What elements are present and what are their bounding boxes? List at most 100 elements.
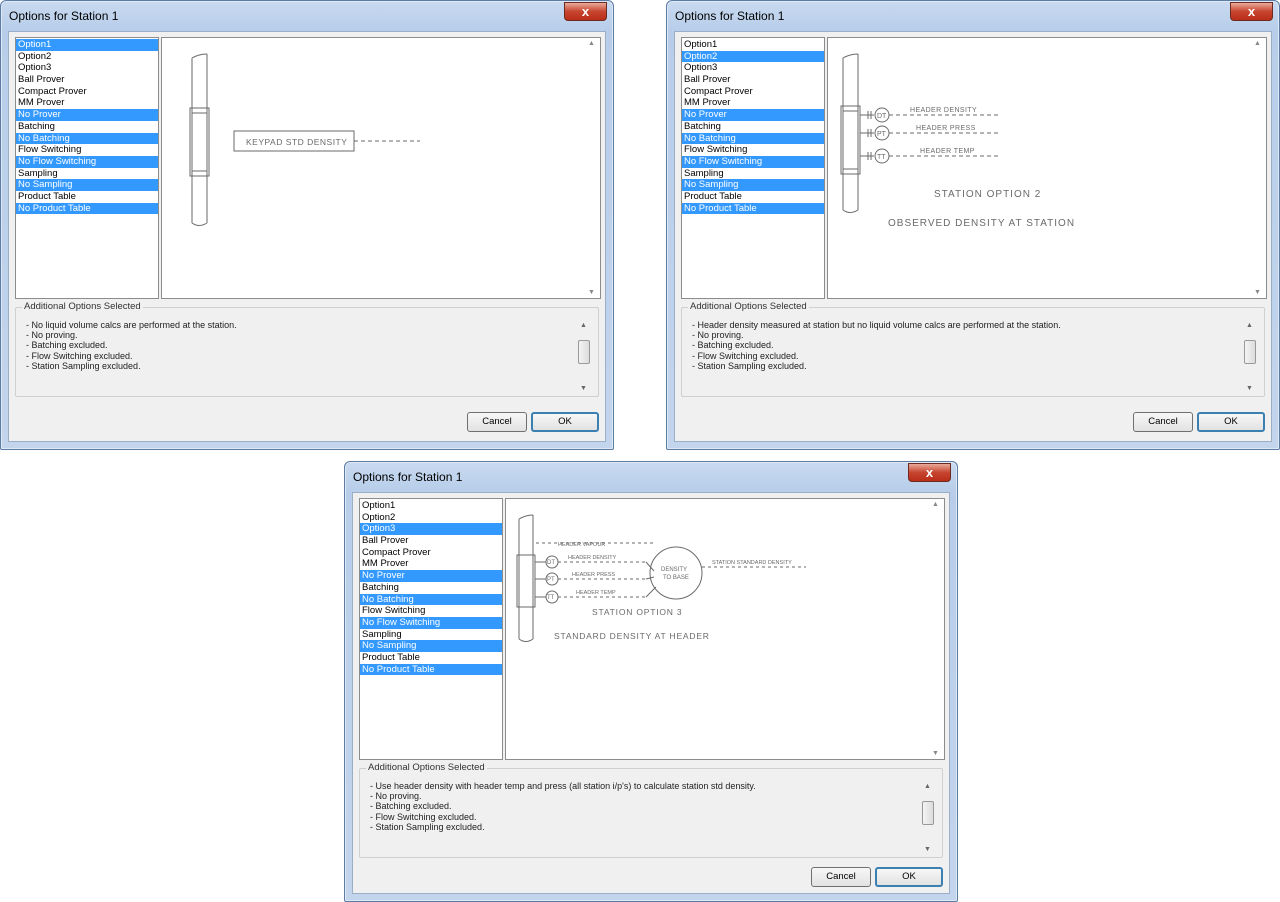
- options-listbox[interactable]: Option1 Option2 Option3 Ball Prover Compact …: [359, 498, 503, 760]
- signal-label: HEADER DENSITY: [910, 107, 977, 114]
- cancel-button[interactable]: Cancel: [1133, 412, 1193, 432]
- list-item[interactable]: No Product Table: [682, 202, 824, 215]
- diagram-panel: KEYPAD STD DENSITY ▲ ▼: [161, 37, 601, 299]
- close-button[interactable]: x: [1230, 2, 1273, 21]
- options-dialog-2: Options for Station 1 x Option1 Option2 Op…: [666, 0, 1280, 450]
- list-item[interactable]: Option1: [682, 39, 824, 51]
- note-line: - No proving.: [370, 791, 422, 802]
- ok-button[interactable]: OK: [1197, 412, 1265, 432]
- list-item[interactable]: No Sampling: [16, 179, 158, 191]
- scroll-up-icon[interactable]: ▲: [1246, 322, 1253, 329]
- list-item[interactable]: MM Prover: [682, 97, 824, 109]
- dialog-client: Option1 Option2 Option3 Ball Prover Compact …: [674, 31, 1272, 442]
- options-listbox[interactable]: Option1 Option2 Option3 Ball Prover Compact …: [681, 37, 825, 299]
- calc-label: DENSITY: [661, 567, 687, 573]
- list-item[interactable]: Compact Prover: [682, 86, 824, 98]
- list-item[interactable]: No Prover: [16, 109, 158, 121]
- list-item[interactable]: Option3: [360, 523, 502, 536]
- scroll-thumb[interactable]: [922, 801, 934, 825]
- list-item[interactable]: Option3: [16, 62, 158, 74]
- list-item[interactable]: Option1: [360, 500, 502, 512]
- list-item[interactable]: No Prover: [360, 570, 502, 582]
- scroll-up-icon[interactable]: ▲: [1254, 40, 1261, 47]
- output-label: STATION STANDARD DENSITY: [712, 560, 792, 566]
- note-line: - Flow Switching excluded.: [26, 350, 133, 361]
- list-item[interactable]: Batching: [16, 121, 158, 133]
- note-line: - Header density measured at station but…: [692, 320, 1061, 330]
- scroll-up-icon[interactable]: ▲: [932, 501, 939, 508]
- list-item[interactable]: Product Table: [360, 652, 502, 664]
- scroll-down-icon[interactable]: ▼: [932, 750, 939, 757]
- list-item[interactable]: Product Table: [16, 191, 158, 203]
- list-item[interactable]: Flow Switching: [16, 144, 158, 156]
- notes-scrollbar[interactable]: ▲ ▼: [1244, 322, 1256, 392]
- list-item[interactable]: Option2: [16, 51, 158, 63]
- scroll-down-icon[interactable]: ▼: [1246, 385, 1253, 392]
- list-item[interactable]: Ball Prover: [360, 535, 502, 547]
- list-item[interactable]: Compact Prover: [16, 86, 158, 98]
- signal-label: HEADER VAPOUR: [558, 542, 605, 548]
- list-item[interactable]: No Flow Switching: [16, 155, 158, 168]
- scroll-thumb[interactable]: [578, 340, 590, 364]
- options-listbox[interactable]: Option1 Option2 Option3 Ball Prover Compact …: [15, 37, 159, 299]
- list-item[interactable]: No Product Table: [360, 663, 502, 676]
- list-item[interactable]: No Product Table: [16, 202, 158, 215]
- list-item[interactable]: Product Table: [682, 191, 824, 203]
- ok-button[interactable]: OK: [531, 412, 599, 432]
- list-item[interactable]: No Batching: [16, 132, 158, 145]
- notes-scrollbar[interactable]: ▲ ▼: [922, 783, 934, 853]
- diagram-scrollbar[interactable]: ▲ ▼: [586, 38, 600, 298]
- list-item[interactable]: Option1: [16, 39, 158, 51]
- list-item[interactable]: No Batching: [682, 132, 824, 145]
- ok-button[interactable]: OK: [875, 867, 943, 887]
- list-item[interactable]: No Sampling: [682, 179, 824, 191]
- scroll-down-icon[interactable]: ▼: [588, 289, 595, 296]
- note-line: - Batching excluded.: [692, 340, 774, 351]
- note-line: - No liquid volume calcs are performed a…: [26, 320, 237, 330]
- list-item[interactable]: No Prover: [682, 109, 824, 121]
- close-button[interactable]: x: [908, 463, 951, 482]
- scroll-up-icon[interactable]: ▲: [588, 40, 595, 47]
- list-item[interactable]: No Sampling: [360, 640, 502, 652]
- list-item[interactable]: Compact Prover: [360, 547, 502, 559]
- options-dialog-3: Options for Station 1 x Option1 Option2 Op…: [344, 461, 958, 902]
- list-item[interactable]: MM Prover: [16, 97, 158, 109]
- list-item[interactable]: Option2: [360, 512, 502, 524]
- list-item[interactable]: No Flow Switching: [682, 155, 824, 168]
- list-item[interactable]: Ball Prover: [16, 74, 158, 86]
- options-dialog-1: Options for Station 1 x Option1 Option2 Op…: [0, 0, 614, 450]
- instrument-tag: DT: [877, 113, 887, 120]
- cancel-button[interactable]: Cancel: [811, 867, 871, 887]
- signal-label: HEADER TEMP: [920, 148, 975, 155]
- scroll-down-icon[interactable]: ▼: [1254, 289, 1261, 296]
- scroll-up-icon[interactable]: ▲: [580, 322, 587, 329]
- diagram-scrollbar[interactable]: ▲ ▼: [1252, 38, 1266, 298]
- list-item[interactable]: Sampling: [682, 168, 824, 180]
- note-line: - No proving.: [692, 330, 744, 341]
- list-item[interactable]: Option3: [682, 62, 824, 74]
- diagram-scrollbar[interactable]: ▲ ▼: [930, 499, 944, 759]
- list-item[interactable]: Flow Switching: [682, 144, 824, 156]
- scroll-down-icon[interactable]: ▼: [924, 846, 931, 853]
- notes-scrollbar[interactable]: ▲ ▼: [578, 322, 590, 392]
- dialog-client: Option1 Option2 Option3 Ball Prover Compact …: [8, 31, 606, 442]
- list-item[interactable]: Flow Switching: [360, 605, 502, 617]
- dialog-title: Options for Station 1: [353, 470, 463, 484]
- list-item[interactable]: Batching: [682, 121, 824, 133]
- scroll-up-icon[interactable]: ▲: [924, 783, 931, 790]
- scroll-down-icon[interactable]: ▼: [580, 385, 587, 392]
- list-item[interactable]: MM Prover: [360, 558, 502, 570]
- note-line: - Use header density with header temp an…: [370, 781, 756, 791]
- cancel-button[interactable]: Cancel: [467, 412, 527, 432]
- list-item[interactable]: Sampling: [16, 168, 158, 180]
- close-button[interactable]: x: [564, 2, 607, 21]
- list-item[interactable]: No Batching: [360, 593, 502, 606]
- list-item[interactable]: Ball Prover: [682, 74, 824, 86]
- list-item[interactable]: Option2: [682, 50, 824, 63]
- list-item[interactable]: No Flow Switching: [360, 616, 502, 629]
- scroll-thumb[interactable]: [1244, 340, 1256, 364]
- dialog-title: Options for Station 1: [675, 9, 785, 23]
- list-item[interactable]: Sampling: [360, 629, 502, 641]
- list-item[interactable]: Batching: [360, 582, 502, 594]
- note-line: - No proving.: [26, 330, 78, 341]
